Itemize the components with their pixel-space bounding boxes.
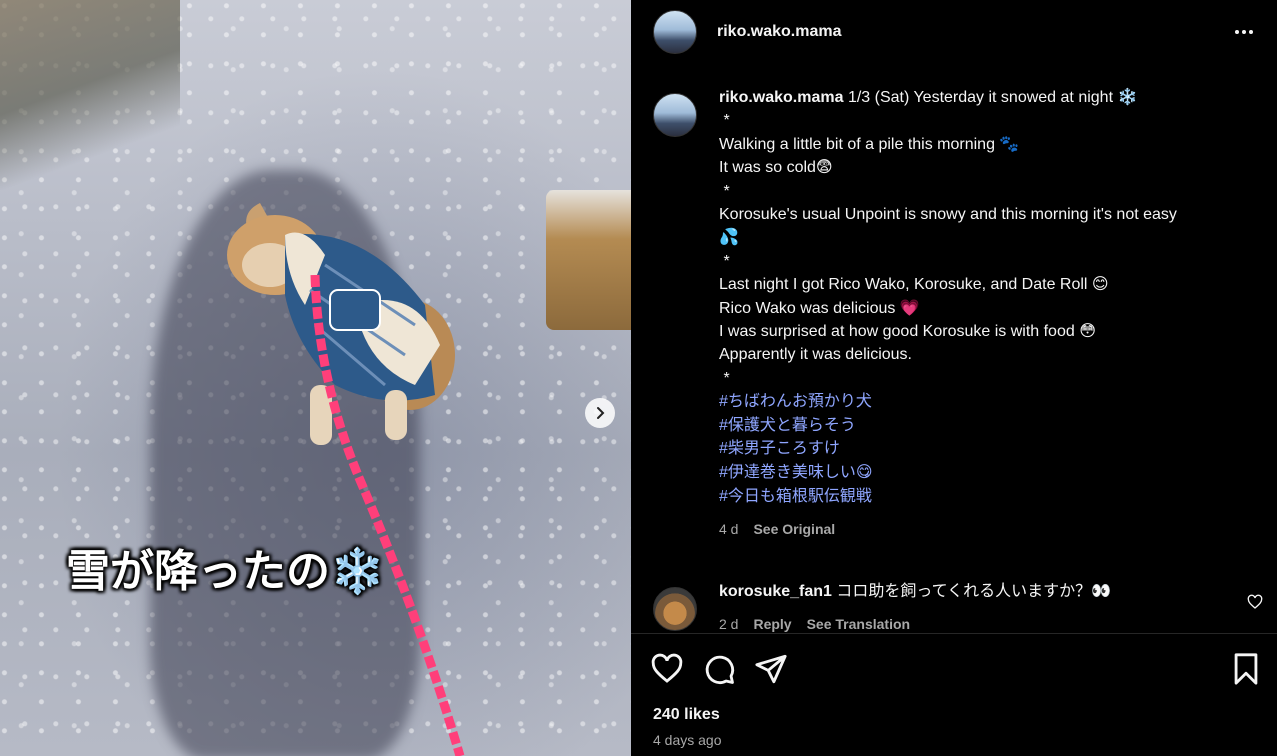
caption-line: * — [719, 252, 730, 270]
hashtag-link[interactable]: #ちばわんお預かり犬 — [719, 390, 1254, 414]
post-timestamp: 4 days ago — [653, 732, 722, 748]
hashtag-link[interactable]: #伊達巻き美味しい😋 — [719, 461, 1254, 485]
post-photo[interactable]: 雪が降ったの❄️ — [0, 0, 631, 756]
chevron-right-icon — [597, 407, 605, 419]
caption-age: 4 d — [719, 521, 739, 538]
caption-line: Apparently it was delicious. — [719, 346, 912, 364]
avatar[interactable] — [653, 586, 697, 631]
comment-text-line: korosuke_fan1 コロ助を飼ってくれる人いますか？👀 — [719, 580, 1254, 603]
comment-item: korosuke_fan1 コロ助を飼ってくれる人いますか？👀 2 d Repl… — [631, 580, 1277, 636]
post-sidebar: riko.wako.mama riko.wako.mama 1/3 (Sat) … — [631, 0, 1277, 756]
likes-count[interactable]: 240 likes — [653, 706, 720, 724]
next-photo-button[interactable] — [585, 398, 615, 428]
caption-line: * — [719, 369, 730, 387]
caption-comment: riko.wako.mama 1/3 (Sat) Yesterday it sn… — [631, 86, 1277, 542]
comment-bubble-icon[interactable] — [702, 652, 736, 686]
caption-line: It was so cold😨 — [719, 159, 833, 177]
header-username[interactable]: riko.wako.mama — [717, 23, 842, 41]
paper-plane-icon[interactable] — [754, 652, 788, 686]
caption-line: Last night I got Rico Wako, Korosuke, an… — [719, 276, 1109, 294]
caption-line: * — [719, 182, 730, 200]
flower-pots — [546, 190, 631, 330]
more-horizontal-icon-dot — [1242, 30, 1246, 34]
photo-overlay-text: 雪が降ったの❄️ — [66, 547, 385, 596]
caption-line: I was surprised at how good Korosuke is … — [719, 323, 1096, 341]
caption-meta: 4 d See Original — [719, 518, 1254, 541]
bookmark-icon[interactable] — [1229, 652, 1263, 686]
hashtag-link[interactable]: #柴男子ころすけ — [719, 437, 1254, 461]
comment-text: コロ助を飼ってくれる人いますか？👀 — [836, 582, 1112, 600]
more-horizontal-icon — [1235, 30, 1239, 34]
avatar[interactable] — [653, 10, 697, 54]
action-bar — [631, 633, 1277, 704]
see-original-button[interactable]: See Original — [753, 518, 835, 541]
caption-line: Korosuke's usual Unpoint is snowy and th… — [719, 206, 1177, 224]
like-comment-heart-icon[interactable] — [1247, 594, 1263, 610]
caption-line: Walking a little bit of a pile this morn… — [719, 135, 1020, 153]
more-options-button[interactable] — [1231, 20, 1257, 44]
caption-line: 💦 — [719, 229, 739, 247]
post-viewer: 雪が降ったの❄️ riko.wako.mama riko.wako.mama 1… — [0, 0, 1277, 756]
caption-username[interactable]: riko.wako.mama — [719, 89, 844, 106]
comment-body: korosuke_fan1 コロ助を飼ってくれる人いますか？👀 2 d Repl… — [719, 580, 1254, 636]
caption-body: riko.wako.mama 1/3 (Sat) Yesterday it sn… — [719, 86, 1254, 542]
shiba-dog-illustration — [227, 203, 455, 445]
comment-username[interactable]: korosuke_fan1 — [719, 583, 832, 600]
plant-shrub — [0, 0, 180, 190]
caption-first-line: riko.wako.mama 1/3 (Sat) Yesterday it sn… — [719, 86, 1254, 109]
hashtag-link[interactable]: #保護犬と暮らそう — [719, 414, 1254, 438]
comments-list[interactable]: riko.wako.mama 1/3 (Sat) Yesterday it sn… — [631, 86, 1277, 636]
heart-icon[interactable] — [650, 652, 684, 686]
hashtag-link[interactable]: #今日も箱根駅伝観戦 — [719, 485, 1254, 509]
avatar[interactable] — [653, 93, 697, 137]
caption-line: 1/3 (Sat) Yesterday it snowed at night ❄… — [847, 89, 1138, 106]
caption-line: Rico Wako was delicious 💗 — [719, 299, 920, 317]
post-header: riko.wako.mama — [631, 0, 1277, 64]
caption-line: * — [719, 112, 730, 130]
more-horizontal-icon-dot — [1249, 30, 1253, 34]
